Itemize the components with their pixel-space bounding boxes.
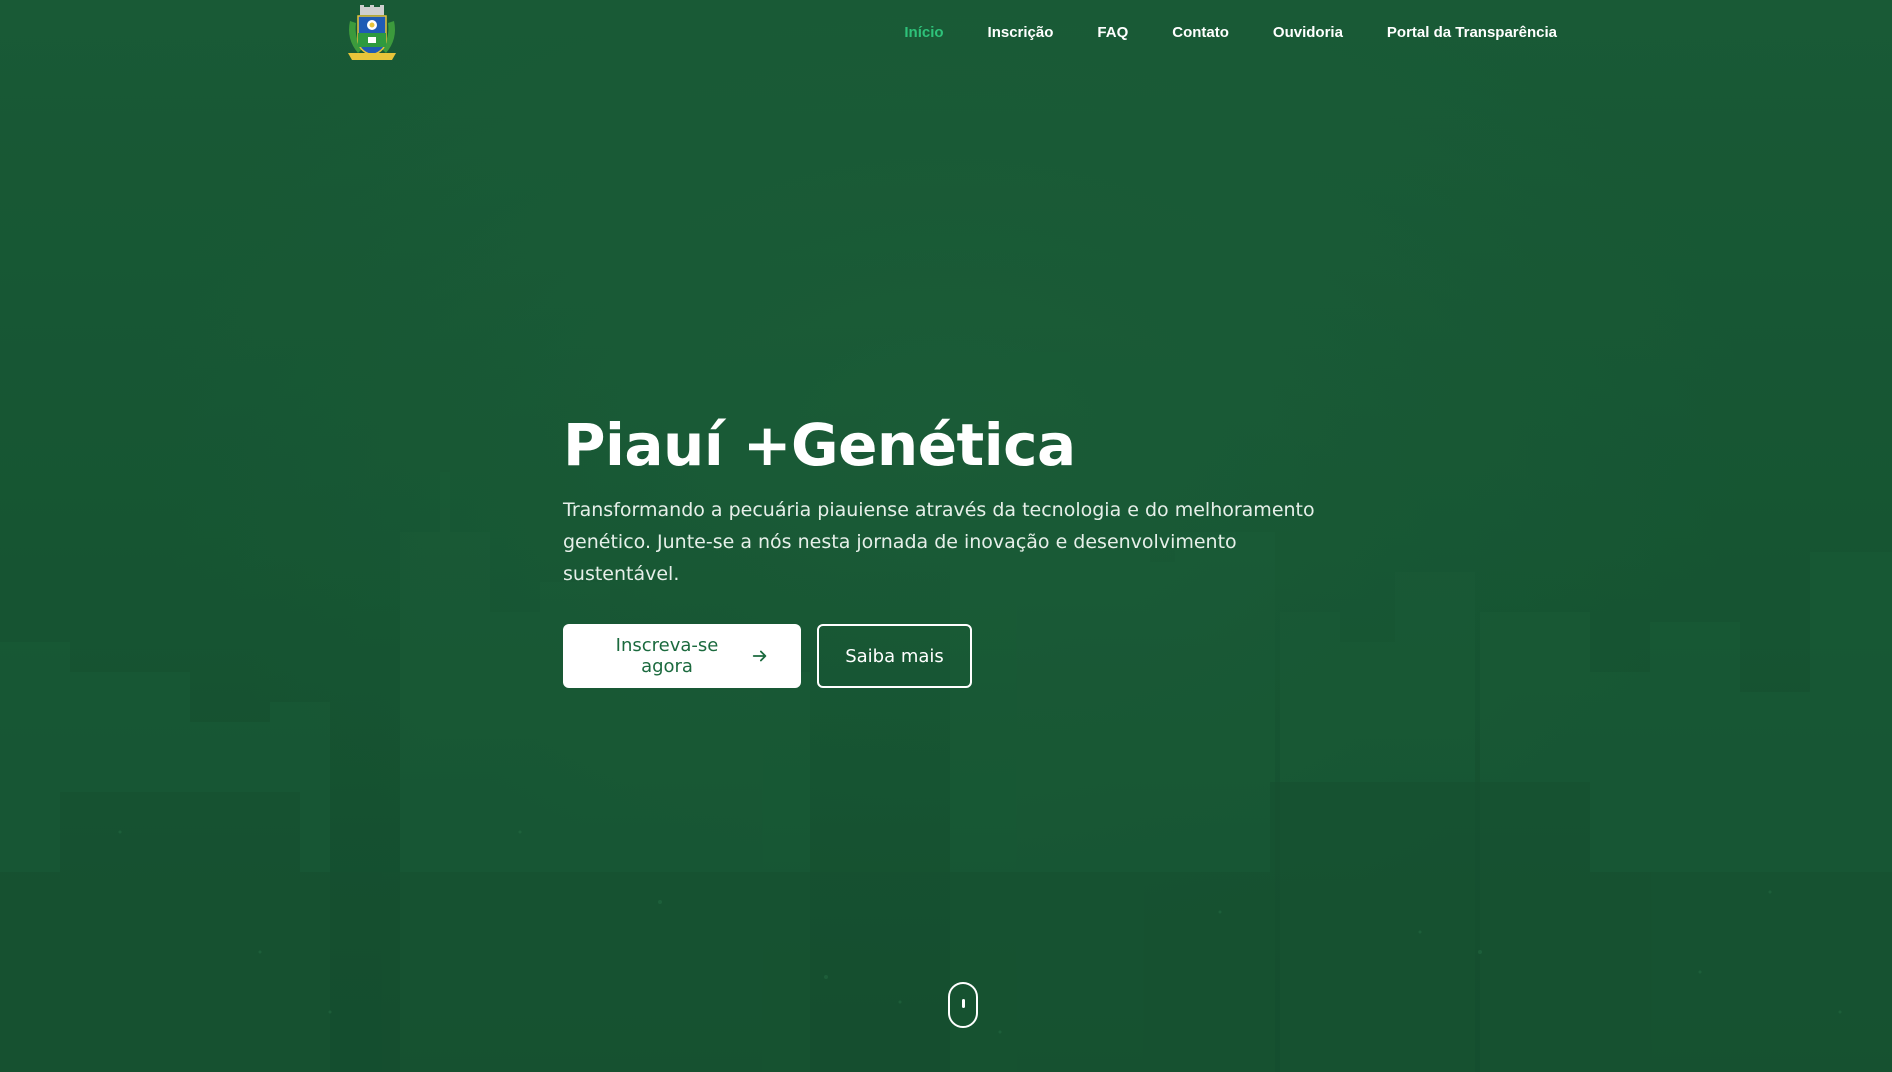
nav-link-inscricao[interactable]: Inscrição [988, 24, 1054, 41]
main-navigation: Início Inscrição FAQ Contato Ouvidoria P… [904, 24, 1557, 41]
hero-buttons: Inscreva-se agora Saiba mais [563, 624, 1363, 688]
nav-link-contato[interactable]: Contato [1172, 24, 1229, 41]
hero-title: Piauí +Genética [563, 411, 1076, 479]
arrow-right-icon [752, 650, 767, 662]
nav-link-ouvidoria[interactable]: Ouvidoria [1273, 24, 1343, 41]
subscribe-now-label: Inscreva-se agora [615, 635, 719, 677]
navbar: Início Inscrição FAQ Contato Ouvidoria P… [0, 0, 1892, 70]
nav-link-portal-transparencia[interactable]: Portal da Transparência [1387, 24, 1557, 41]
mouse-scroll-icon[interactable] [948, 982, 978, 1028]
hero-section: Piauí +Genética Transformando a pecuária… [563, 410, 1363, 688]
scroll-wheel [961, 999, 965, 1008]
subscribe-now-button[interactable]: Inscreva-se agora [563, 624, 801, 688]
page: Início Inscrição FAQ Contato Ouvidoria P… [0, 0, 1892, 1072]
nav-link-faq[interactable]: FAQ [1097, 24, 1128, 41]
city-coat-of-arms-logo[interactable] [344, 5, 400, 63]
hero-description: Transformando a pecuária piauiense atrav… [563, 499, 1315, 585]
coat-of-arms-icon [348, 5, 396, 60]
learn-more-button[interactable]: Saiba mais [817, 624, 972, 688]
nav-link-inicio[interactable]: Início [904, 24, 943, 41]
